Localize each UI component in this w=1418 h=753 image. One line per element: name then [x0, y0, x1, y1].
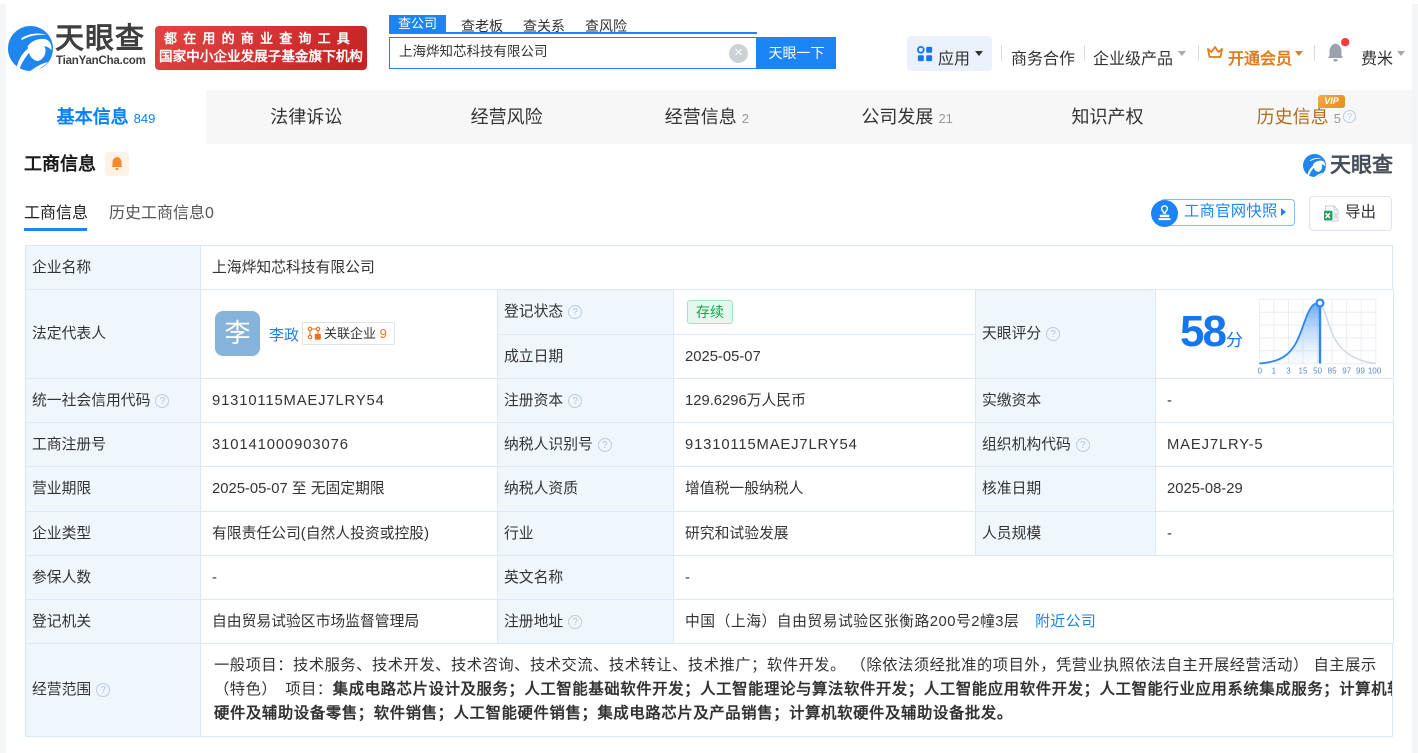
svg-text:1: 1: [1272, 367, 1277, 376]
svg-text:3: 3: [1286, 367, 1291, 376]
svg-text:85: 85: [1328, 367, 1337, 376]
svg-text:50: 50: [1313, 367, 1322, 376]
svg-text:97: 97: [1342, 367, 1351, 376]
svg-text:15: 15: [1299, 367, 1308, 376]
svg-text:0: 0: [1258, 367, 1263, 376]
svg-text:100: 100: [1368, 367, 1382, 376]
svg-text:99: 99: [1356, 367, 1365, 376]
